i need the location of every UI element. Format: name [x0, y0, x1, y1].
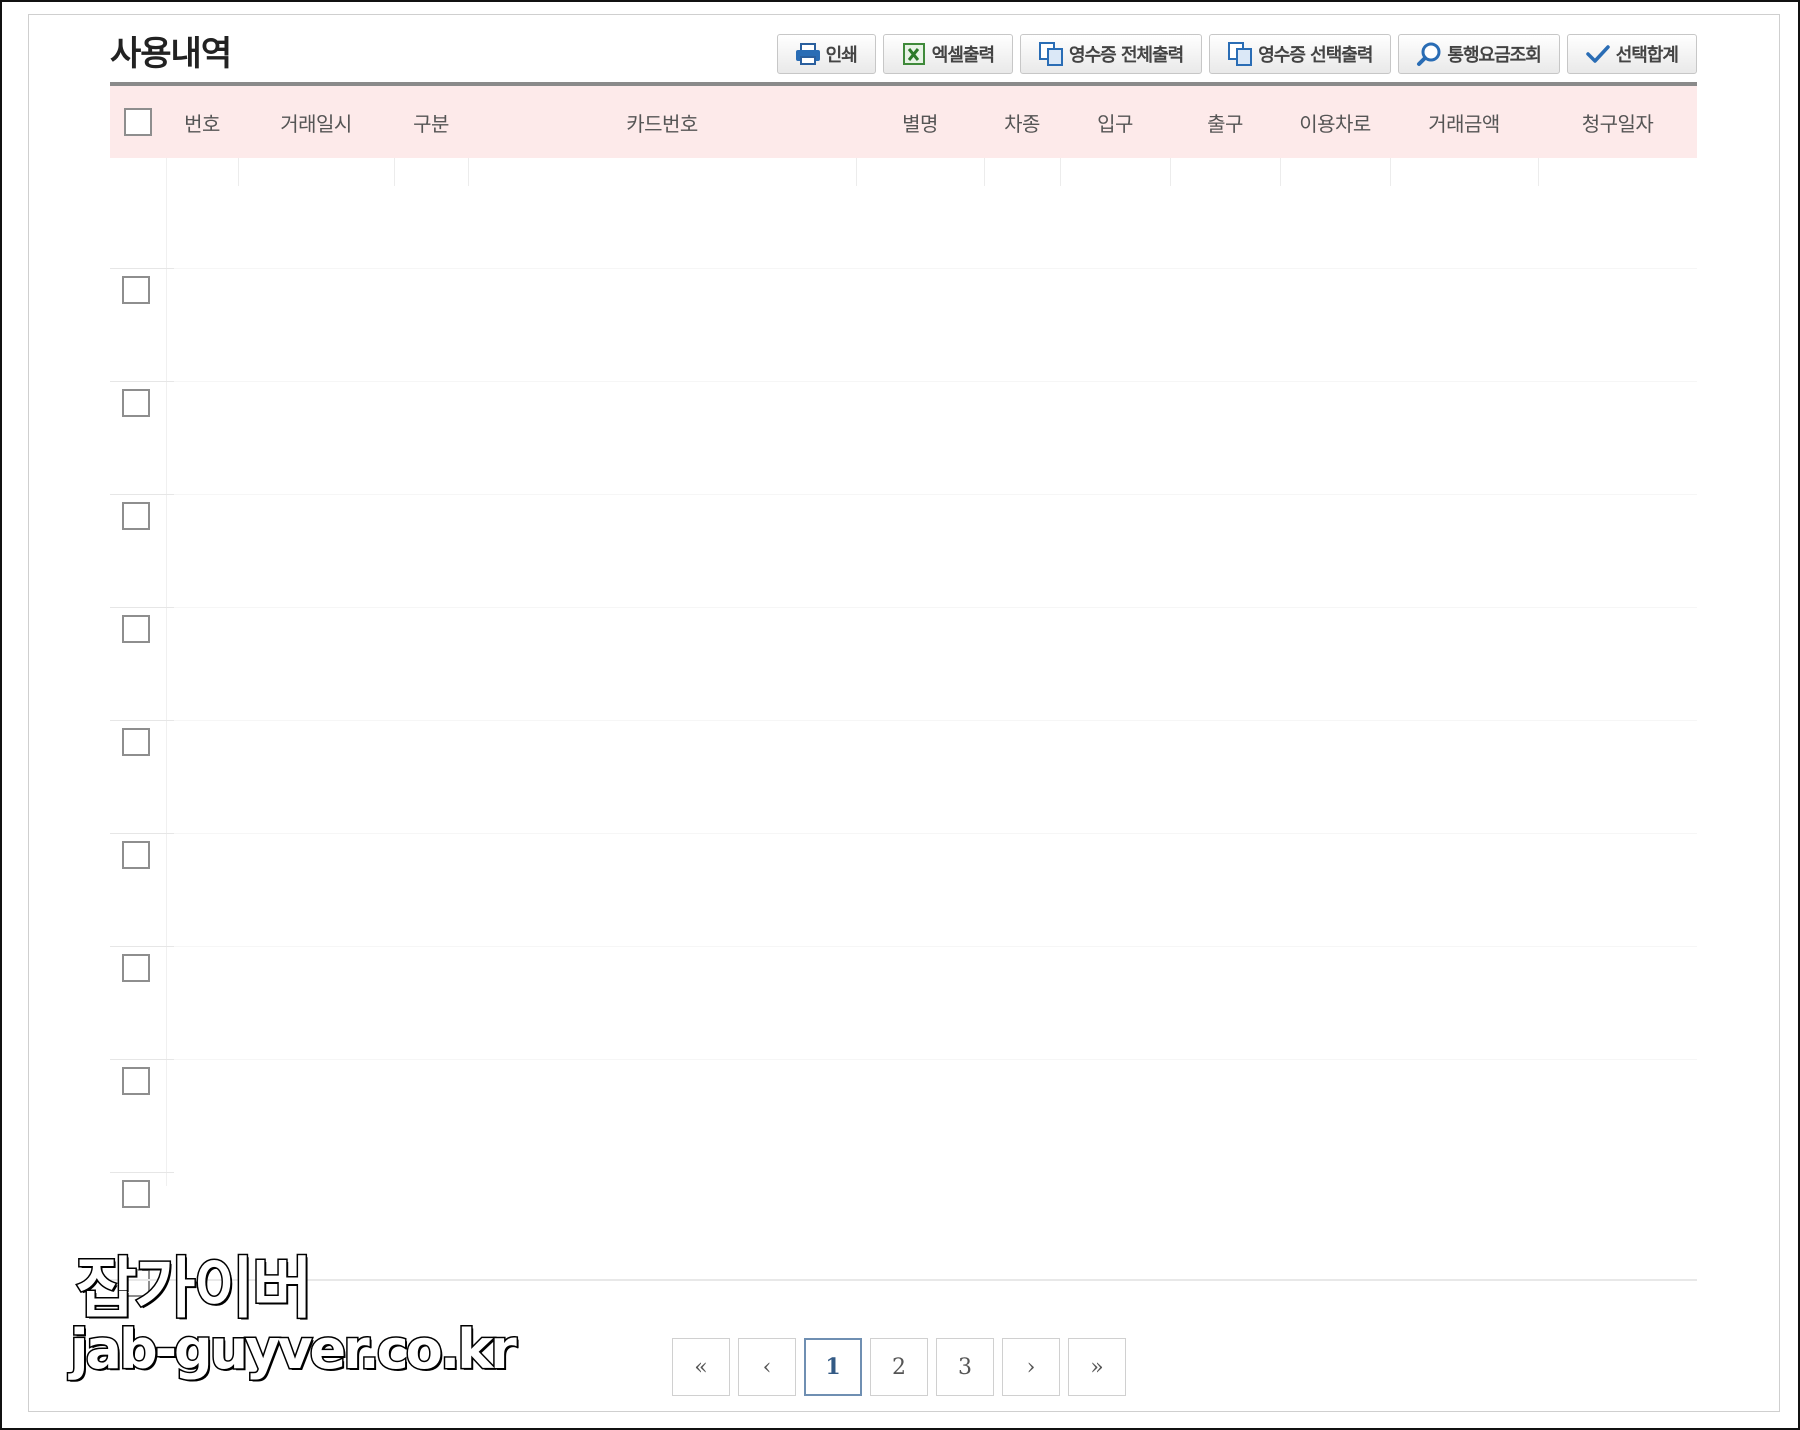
table-row [110, 860, 1697, 982]
table-row [110, 521, 1697, 643]
selection-total-button[interactable]: 선택합계 [1566, 34, 1697, 74]
print-button[interactable]: 인쇄 [776, 34, 876, 74]
watermark-url: jab-guyver.co.kr [69, 1317, 519, 1383]
table-row [110, 1086, 1697, 1208]
column-header-transaction-datetime[interactable]: 거래일시 [238, 86, 394, 158]
prev-page-button[interactable]: ‹ [738, 1338, 796, 1396]
header-select-all-cell [110, 86, 166, 158]
search-icon [1415, 41, 1443, 67]
column-header-card-number[interactable]: 카드번호 [468, 86, 856, 158]
select-all-checkbox[interactable] [124, 108, 152, 136]
column-header-number[interactable]: 번호 [166, 86, 238, 158]
column-header-billing-date[interactable]: 청구일자 [1538, 86, 1697, 158]
table-header-row: 번호 거래일시 구분 카드번호 별명 차종 입구 출구 이용차로 거래금액 청구… [110, 86, 1697, 158]
column-header-amount[interactable]: 거래금액 [1390, 86, 1538, 158]
pagination: « ‹ 1 2 3 › » [672, 1338, 1126, 1396]
selection-total-label: 선택합계 [1615, 45, 1679, 66]
page-button-2[interactable]: 2 [870, 1338, 928, 1396]
column-header-entrance[interactable]: 입구 [1060, 86, 1170, 158]
column-header-category[interactable]: 구분 [394, 86, 468, 158]
receipt-print-selected-label: 영수증 선택출력 [1258, 45, 1373, 66]
table-row [110, 408, 1697, 530]
first-page-button[interactable]: « [672, 1338, 730, 1396]
watermark-name: 잡가이버 [75, 1249, 315, 1329]
excel-export-button[interactable]: 엑셀출력 [882, 34, 1014, 74]
page-button-1[interactable]: 1 [804, 1338, 862, 1396]
excel-icon [900, 41, 928, 67]
column-header-nickname[interactable]: 별명 [856, 86, 984, 158]
page-title: 사용내역 [110, 34, 232, 74]
column-header-vehicle-type[interactable]: 차종 [984, 86, 1060, 158]
copy-document-icon [1226, 41, 1254, 67]
table-row [110, 1199, 1697, 1311]
usage-history-table: 번호 거래일시 구분 카드번호 별명 차종 입구 출구 이용차로 거래금액 청구… [110, 82, 1697, 1297]
toll-fee-search-button[interactable]: 통행요금조회 [1398, 34, 1560, 74]
excel-export-button-label: 엑셀출력 [931, 45, 995, 66]
table-row [110, 747, 1697, 869]
column-header-lane[interactable]: 이용차로 [1280, 86, 1390, 158]
column-header-exit[interactable]: 출구 [1170, 86, 1280, 158]
last-page-button[interactable]: » [1068, 1338, 1126, 1396]
toll-fee-search-label: 통행요금조회 [1447, 45, 1541, 66]
copy-document-icon [1037, 41, 1065, 67]
receipt-print-all-label: 영수증 전체출력 [1069, 45, 1184, 66]
next-page-button[interactable]: › [1002, 1338, 1060, 1396]
receipt-print-selected-button[interactable]: 영수증 선택출력 [1209, 34, 1392, 74]
table-row [110, 634, 1697, 756]
page-button-3[interactable]: 3 [936, 1338, 994, 1396]
check-icon [1584, 41, 1612, 67]
table-bottom-border [110, 1279, 1697, 1281]
table-row [110, 182, 1697, 304]
receipt-print-all-button[interactable]: 영수증 전체출력 [1020, 34, 1203, 74]
table-row [110, 295, 1697, 417]
toolbar: 인쇄 엑셀출력 영수증 전체출력 영수증 선택출력 통행요금조회 선택합계 [776, 34, 1697, 76]
table-row [110, 973, 1697, 1095]
printer-icon [794, 41, 822, 67]
print-button-label: 인쇄 [825, 45, 858, 66]
